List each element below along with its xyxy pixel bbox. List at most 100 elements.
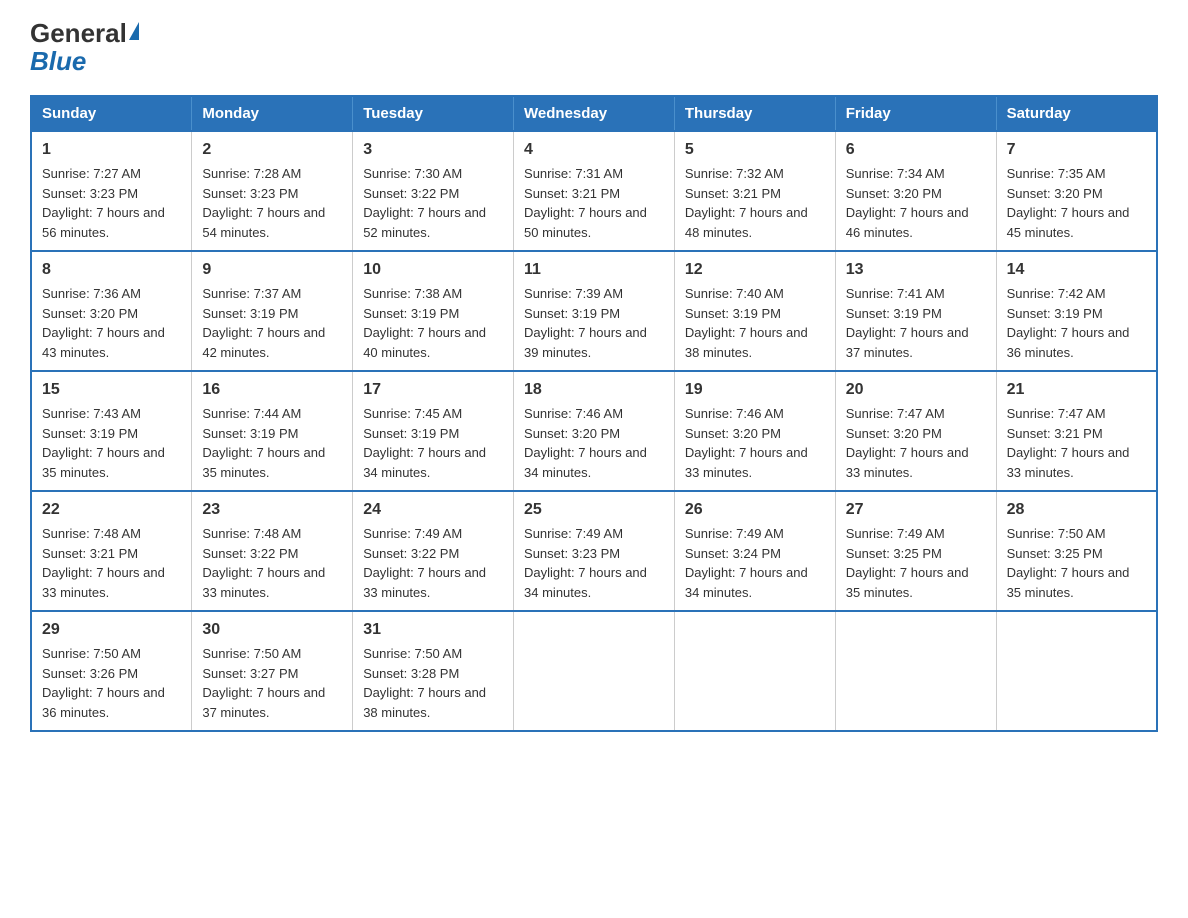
sunset-info: Sunset: 3:21 PM: [685, 186, 781, 201]
daylight-info: Daylight: 7 hours and 33 minutes.: [363, 565, 486, 600]
daylight-info: Daylight: 7 hours and 36 minutes.: [42, 685, 165, 720]
sunrise-info: Sunrise: 7:48 AM: [42, 526, 141, 541]
sunrise-info: Sunrise: 7:49 AM: [363, 526, 462, 541]
calendar-table: SundayMondayTuesdayWednesdayThursdayFrid…: [30, 95, 1158, 732]
daylight-info: Daylight: 7 hours and 54 minutes.: [202, 205, 325, 240]
sunset-info: Sunset: 3:22 PM: [202, 546, 298, 561]
calendar-cell: 28Sunrise: 7:50 AMSunset: 3:25 PMDayligh…: [996, 491, 1157, 611]
day-number: 26: [685, 498, 825, 522]
sunrise-info: Sunrise: 7:35 AM: [1007, 166, 1106, 181]
sunrise-info: Sunrise: 7:39 AM: [524, 286, 623, 301]
day-number: 19: [685, 378, 825, 402]
day-number: 15: [42, 378, 181, 402]
day-number: 31: [363, 618, 503, 642]
sunset-info: Sunset: 3:28 PM: [363, 666, 459, 681]
day-number: 22: [42, 498, 181, 522]
daylight-info: Daylight: 7 hours and 50 minutes.: [524, 205, 647, 240]
day-number: 10: [363, 258, 503, 282]
calendar-cell: 15Sunrise: 7:43 AMSunset: 3:19 PMDayligh…: [31, 371, 192, 491]
sunset-info: Sunset: 3:23 PM: [524, 546, 620, 561]
daylight-info: Daylight: 7 hours and 40 minutes.: [363, 325, 486, 360]
daylight-info: Daylight: 7 hours and 56 minutes.: [42, 205, 165, 240]
sunset-info: Sunset: 3:19 PM: [363, 306, 459, 321]
daylight-info: Daylight: 7 hours and 48 minutes.: [685, 205, 808, 240]
sunrise-info: Sunrise: 7:50 AM: [1007, 526, 1106, 541]
daylight-info: Daylight: 7 hours and 38 minutes.: [685, 325, 808, 360]
sunrise-info: Sunrise: 7:45 AM: [363, 406, 462, 421]
sunset-info: Sunset: 3:27 PM: [202, 666, 298, 681]
day-number: 12: [685, 258, 825, 282]
daylight-info: Daylight: 7 hours and 34 minutes.: [524, 565, 647, 600]
daylight-info: Daylight: 7 hours and 38 minutes.: [363, 685, 486, 720]
day-number: 23: [202, 498, 342, 522]
daylight-info: Daylight: 7 hours and 39 minutes.: [524, 325, 647, 360]
sunrise-info: Sunrise: 7:46 AM: [685, 406, 784, 421]
weekday-header-tuesday: Tuesday: [353, 96, 514, 131]
calendar-week-row: 1 Sunrise: 7:27 AM Sunset: 3:23 PM Daylight…: [31, 131, 1157, 251]
calendar-cell: [514, 611, 675, 731]
sunset-info: Sunset: 3:20 PM: [524, 426, 620, 441]
sunset-info: Sunset: 3:22 PM: [363, 546, 459, 561]
calendar-week-row: 15 Sunrise: 7:43 AM Sunset: 3:19 PM Dayligh…: [31, 371, 1157, 491]
day-number: 1: [42, 138, 181, 162]
daylight-info: Daylight: 7 hours and 34 minutes.: [524, 445, 647, 480]
sunset-info: Sunset: 3:26 PM: [42, 666, 138, 681]
daylight-info: Daylight: 7 hours and 33 minutes.: [42, 565, 165, 600]
sunrise-info: Sunrise: 7:28 AM: [202, 166, 301, 181]
daylight-info: Daylight: 7 hours and 45 minutes.: [1007, 205, 1130, 240]
calendar-cell: [674, 611, 835, 731]
day-number: 9: [202, 258, 342, 282]
calendar-cell: 10 Sunrise: 7:38 AM Sunset: 3:19 PM Dayligh…: [353, 251, 514, 371]
calendar-cell: 16Sunrise: 7:44 AMSunset: 3:19 PMDayligh…: [192, 371, 353, 491]
sunrise-info: Sunrise: 7:30 AM: [363, 166, 462, 181]
sunset-info: Sunset: 3:21 PM: [1007, 426, 1103, 441]
day-number: 13: [846, 258, 986, 282]
day-number: 5: [685, 138, 825, 162]
calendar-cell: 23Sunrise: 7:48 AMSunset: 3:22 PMDayligh…: [192, 491, 353, 611]
calendar-cell: 20Sunrise: 7:47 AMSunset: 3:20 PMDayligh…: [835, 371, 996, 491]
sunrise-info: Sunrise: 7:47 AM: [1007, 406, 1106, 421]
daylight-info: Daylight: 7 hours and 34 minutes.: [685, 565, 808, 600]
sunrise-info: Sunrise: 7:34 AM: [846, 166, 945, 181]
sunset-info: Sunset: 3:20 PM: [685, 426, 781, 441]
calendar-cell: 7Sunrise: 7:35 AMSunset: 3:20 PMDaylight…: [996, 131, 1157, 251]
calendar-cell: 4Sunrise: 7:31 AMSunset: 3:21 PMDaylight…: [514, 131, 675, 251]
logo-triangle-icon: [129, 22, 139, 40]
daylight-info: Daylight: 7 hours and 46 minutes.: [846, 205, 969, 240]
sunrise-info: Sunrise: 7:40 AM: [685, 286, 784, 301]
sunrise-info: Sunrise: 7:38 AM: [363, 286, 462, 301]
logo-blue-text: Blue: [30, 46, 86, 77]
sunrise-info: Sunrise: 7:31 AM: [524, 166, 623, 181]
day-number: 25: [524, 498, 664, 522]
daylight-info: Daylight: 7 hours and 42 minutes.: [202, 325, 325, 360]
weekday-header-wednesday: Wednesday: [514, 96, 675, 131]
sunset-info: Sunset: 3:19 PM: [202, 426, 298, 441]
sunrise-info: Sunrise: 7:43 AM: [42, 406, 141, 421]
calendar-week-row: 29Sunrise: 7:50 AMSunset: 3:26 PMDayligh…: [31, 611, 1157, 731]
sunrise-info: Sunrise: 7:27 AM: [42, 166, 141, 181]
calendar-cell: 9Sunrise: 7:37 AMSunset: 3:19 PMDaylight…: [192, 251, 353, 371]
sunset-info: Sunset: 3:23 PM: [42, 186, 138, 201]
sunset-info: Sunset: 3:19 PM: [1007, 306, 1103, 321]
weekday-header-row: SundayMondayTuesdayWednesdayThursdayFrid…: [31, 96, 1157, 131]
calendar-cell: 13Sunrise: 7:41 AMSunset: 3:19 PMDayligh…: [835, 251, 996, 371]
day-number: 11: [524, 258, 664, 282]
sunset-info: Sunset: 3:21 PM: [524, 186, 620, 201]
calendar-cell: 8Sunrise: 7:36 AMSunset: 3:20 PMDaylight…: [31, 251, 192, 371]
weekday-header-friday: Friday: [835, 96, 996, 131]
sunset-info: Sunset: 3:20 PM: [846, 186, 942, 201]
calendar-cell: 27Sunrise: 7:49 AMSunset: 3:25 PMDayligh…: [835, 491, 996, 611]
sunrise-info: Sunrise: 7:44 AM: [202, 406, 301, 421]
sunset-info: Sunset: 3:19 PM: [524, 306, 620, 321]
sunset-info: Sunset: 3:19 PM: [202, 306, 298, 321]
day-number: 2: [202, 138, 342, 162]
sunset-info: Sunset: 3:19 PM: [685, 306, 781, 321]
calendar-cell: 25Sunrise: 7:49 AMSunset: 3:23 PMDayligh…: [514, 491, 675, 611]
sunset-info: Sunset: 3:19 PM: [846, 306, 942, 321]
calendar-cell: 30Sunrise: 7:50 AMSunset: 3:27 PMDayligh…: [192, 611, 353, 731]
day-number: 16: [202, 378, 342, 402]
sunrise-info: Sunrise: 7:36 AM: [42, 286, 141, 301]
calendar-cell: 11 Sunrise: 7:39 AM Sunset: 3:19 PM Dayligh…: [514, 251, 675, 371]
weekday-header-monday: Monday: [192, 96, 353, 131]
day-number: 21: [1007, 378, 1146, 402]
